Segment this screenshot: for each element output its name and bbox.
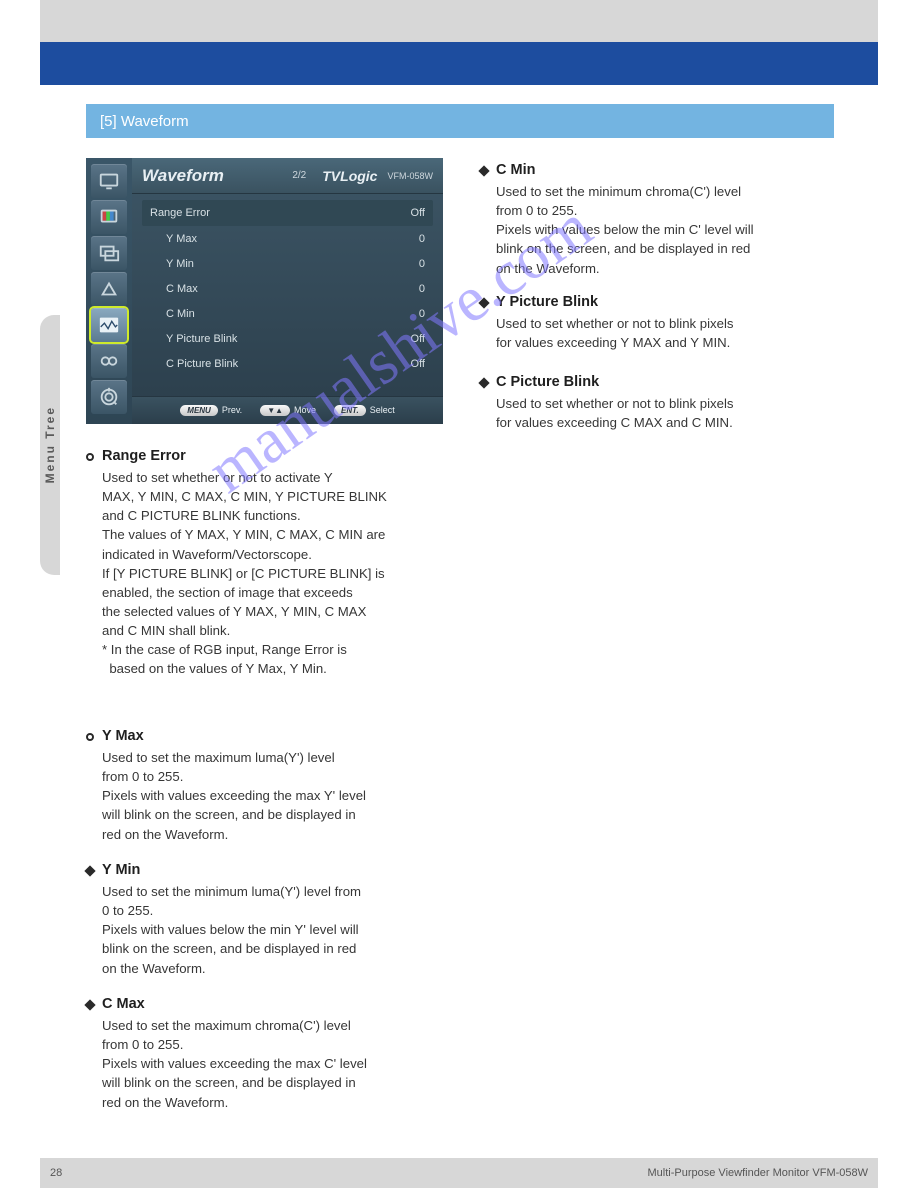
item-heading: Y Max <box>102 728 458 744</box>
osd-row-label: Y Max <box>166 233 197 245</box>
item-heading: Y Min <box>102 862 458 878</box>
osd-footer-hints: MENUPrev. ▼▲Move ENT.Select <box>132 396 443 424</box>
osd-row-c-min[interactable]: C Min 0 <box>142 301 433 326</box>
item-c-blink-wrap: C Picture Blink Used to set whether or n… <box>480 374 836 450</box>
item-c-min: C Min Used to set the minimum chroma(C')… <box>480 162 836 278</box>
osd-row-y-max[interactable]: Y Max 0 <box>142 226 433 251</box>
bullet-icon <box>86 867 94 875</box>
osd-row-y-min[interactable]: Y Min 0 <box>142 251 433 276</box>
footer-bar: 28 Multi-Purpose Viewfinder Monitor VFM-… <box>40 1158 878 1188</box>
item-c-picture-blink: C Picture Blink Used to set whether or n… <box>480 374 836 432</box>
item-body: Used to set whether or not to activate Y… <box>102 468 458 679</box>
item-y-max-wrap: Y Max Used to set the maximum luma(Y') l… <box>86 728 458 862</box>
osd-menu-list: Range Error Off Y Max 0 Y Min 0 C Max 0 … <box>132 194 443 396</box>
bullet-icon <box>86 1001 94 1009</box>
item-heading: C Max <box>102 996 458 1012</box>
osd-title-bar: Waveform 2/2 TVLogic VFM-058W <box>132 158 443 194</box>
item-body: Used to set the minimum chroma(C') level… <box>496 182 836 278</box>
osd-row-value: Off <box>411 358 425 370</box>
item-body: Used to set whether or not to blink pixe… <box>496 394 836 432</box>
section-heading-text: [5] Waveform <box>100 113 189 130</box>
section-heading: [5] Waveform <box>86 104 834 138</box>
bullet-icon <box>480 299 488 307</box>
osd-page-indicator: 2/2 <box>292 170 306 181</box>
item-y-max: Y Max Used to set the maximum luma(Y') l… <box>86 728 458 844</box>
header-grey-bar <box>40 0 878 42</box>
item-body: Used to set the maximum luma(Y') level f… <box>102 748 458 844</box>
item-body: Used to set whether or not to blink pixe… <box>496 314 836 352</box>
bullet-icon <box>480 379 488 387</box>
osd-row-value: Off <box>411 333 425 345</box>
osd-title: Waveform <box>142 166 292 186</box>
model-footer: Multi-Purpose Viewfinder Monitor VFM-058… <box>648 1167 868 1179</box>
osd-row-label: Range Error <box>150 207 210 219</box>
osd-hint-prev: MENUPrev. <box>180 405 242 416</box>
bullet-icon <box>480 167 488 175</box>
osd-row-label: C Min <box>166 308 195 320</box>
osd-row-label: Y Min <box>166 258 194 270</box>
osd-brand: TVLogic <box>322 168 377 184</box>
item-body: Used to set the maximum chroma(C') level… <box>102 1016 458 1112</box>
left-column: Range Error Used to set whether or not t… <box>86 448 458 697</box>
osd-row-label: C Max <box>166 283 198 295</box>
osd-row-c-max[interactable]: C Max 0 <box>142 276 433 301</box>
arrow-keys-icon: ▼▲ <box>260 405 290 416</box>
osd-main-panel: Waveform 2/2 TVLogic VFM-058W Range Erro… <box>132 158 443 424</box>
osd-hint-move: ▼▲Move <box>260 405 316 416</box>
osd-tab-color-icon[interactable] <box>91 200 127 234</box>
side-tab: Menu Tree <box>40 315 60 575</box>
osd-row-range-error[interactable]: Range Error Off <box>142 200 433 226</box>
item-y-min: Y Min Used to set the minimum luma(Y') l… <box>86 862 458 978</box>
osd-icon-strip <box>86 158 132 424</box>
item-heading: Y Picture Blink <box>496 294 836 310</box>
osd-row-label: Y Picture Blink <box>166 333 237 345</box>
menu-key-icon: MENU <box>180 405 218 416</box>
bullet-icon <box>86 453 94 461</box>
osd-screenshot: Waveform 2/2 TVLogic VFM-058W Range Erro… <box>86 158 443 424</box>
osd-row-value: 0 <box>419 283 425 295</box>
item-range-error: Range Error Used to set whether or not t… <box>86 448 458 679</box>
page-number: 28 <box>50 1167 62 1179</box>
item-c-max-wrap: C Max Used to set the maximum chroma(C')… <box>86 996 458 1130</box>
item-heading: C Min <box>496 162 836 178</box>
osd-row-y-blink[interactable]: Y Picture Blink Off <box>142 326 433 351</box>
item-y-blink-wrap: Y Picture Blink Used to set whether or n… <box>480 294 836 370</box>
osd-tab-marker-icon[interactable] <box>91 236 127 270</box>
item-y-min-wrap: Y Min Used to set the minimum luma(Y') l… <box>86 862 458 996</box>
osd-row-value: Off <box>411 207 425 219</box>
bullet-icon <box>86 733 94 741</box>
osd-tab-monitor-icon[interactable] <box>91 164 127 198</box>
osd-row-value: 0 <box>419 233 425 245</box>
item-c-max: C Max Used to set the maximum chroma(C')… <box>86 996 458 1112</box>
item-heading: Range Error <box>102 448 458 464</box>
item-body: Used to set the minimum luma(Y') level f… <box>102 882 458 978</box>
header-blue-bar <box>40 42 878 85</box>
osd-hint-select: ENT.Select <box>334 405 395 416</box>
side-tab-label: Menu Tree <box>43 406 57 483</box>
osd-row-label: C Picture Blink <box>166 358 238 370</box>
osd-tab-audio-icon[interactable] <box>91 344 127 378</box>
osd-tab-system-icon[interactable] <box>91 380 127 414</box>
osd-row-value: 0 <box>419 258 425 270</box>
osd-row-c-blink[interactable]: C Picture Blink Off <box>142 351 433 376</box>
osd-tab-gpi-icon[interactable] <box>91 272 127 306</box>
ent-key-icon: ENT. <box>334 405 366 416</box>
osd-model: VFM-058W <box>387 171 433 181</box>
item-heading: C Picture Blink <box>496 374 836 390</box>
item-y-picture-blink: Y Picture Blink Used to set whether or n… <box>480 294 836 352</box>
item-c-min-wrap: C Min Used to set the minimum chroma(C')… <box>480 162 836 296</box>
osd-tab-waveform-icon[interactable] <box>91 308 127 342</box>
osd-row-value: 0 <box>419 308 425 320</box>
